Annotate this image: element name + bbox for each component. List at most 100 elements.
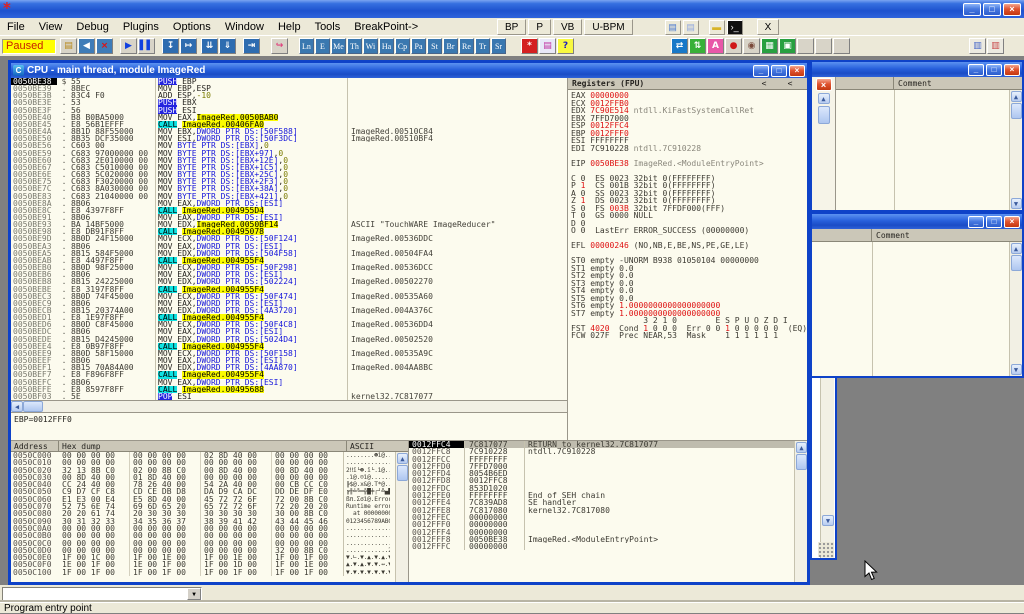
registers-pane[interactable]: Registers (FPU) < < EAX 00000000ECX 0012… xyxy=(567,78,807,440)
combobox-value[interactable] xyxy=(3,588,187,600)
disasm-row[interactable]: 0050BED6.8B0D C8F45000MOV ECX,DWORD PTR … xyxy=(11,321,567,328)
disabled-button-3[interactable] xyxy=(833,38,850,54)
references-button[interactable]: Re xyxy=(459,38,474,54)
disasm-row[interactable]: 0050BE93.BA 14BF5000MOV EDX,ImageRed.005… xyxy=(11,221,567,228)
breakpoints-button[interactable]: Br xyxy=(443,38,458,54)
registers-header-button-2[interactable]: < xyxy=(777,79,803,88)
register-line[interactable]: T 0 GS 0000 NULL xyxy=(571,212,807,220)
windows-button[interactable]: Wi xyxy=(363,38,378,54)
disassembly-pane[interactable]: 0050BE38$55PUSH EBP0050BE39.8BECMOV EBP,… xyxy=(11,78,567,400)
dump-row[interactable]: 0050C1001F 00 1F 001F 00 1F 001F 00 1F 0… xyxy=(11,569,408,576)
disasm-row[interactable]: 0050BEDC.8B06MOV EAX,DWORD PTR DS:[ESI] xyxy=(11,328,567,335)
minimize-button[interactable]: _ xyxy=(963,3,981,16)
side-window-top-vscrollbar[interactable]: ▲ ▼ xyxy=(1009,90,1022,210)
disasm-row[interactable]: 0050BEA5.8B15 584F5000MOV EDX,DWORD PTR … xyxy=(11,250,567,257)
side-window-middle-body[interactable]: ▲ ▼ xyxy=(812,242,1022,376)
command-combobox[interactable]: ▼ xyxy=(2,587,202,601)
side-window-middle[interactable]: _ □ × Comment ▲ ▼ xyxy=(810,212,1024,378)
menu-item-view[interactable]: View xyxy=(32,18,70,36)
menu-item-file[interactable]: File xyxy=(0,18,32,36)
scroll-down-icon[interactable]: ▼ xyxy=(822,515,834,526)
disasm-row[interactable]: 0050BE91.8B06MOV EAX,DWORD PTR DS:[ESI] xyxy=(11,214,567,221)
disasm-row[interactable]: 0050BEB6.8B06MOV EAX,DWORD PTR DS:[ESI] xyxy=(11,271,567,278)
side-window-middle-titlebar[interactable]: _ □ × xyxy=(812,214,1022,229)
disasm-row[interactable]: 0050BE7C.C683 8A030000 00MOV BYTE PTR DS… xyxy=(11,185,567,192)
patches-button[interactable]: Pa xyxy=(411,38,426,54)
close-button[interactable]: × xyxy=(816,78,832,91)
disasm-row[interactable]: 0050BE38$55PUSH EBP xyxy=(11,78,567,85)
disasm-row[interactable]: 0050BEC9.8B06MOV EAX,DWORD PTR DS:[ESI] xyxy=(11,300,567,307)
scroll-down-icon[interactable]: ▼ xyxy=(1011,364,1022,375)
disasm-row[interactable]: 0050BE98.E8 DB91F8FFCALL ImageRed.004950… xyxy=(11,228,567,235)
side-window-middle-vscrollbar[interactable]: ▲ ▼ xyxy=(1009,242,1022,376)
disasm-row[interactable]: 0050BEB0.8B0D 98F25000MOV ECX,DWORD PTR … xyxy=(11,264,567,271)
hscroll-thumb[interactable] xyxy=(23,401,43,412)
disassembly-hscrollbar[interactable]: ◀ xyxy=(11,400,567,412)
ubpm-button[interactable]: U-BPM xyxy=(584,19,632,35)
stack-vscrollbar[interactable]: ▲ xyxy=(794,441,807,582)
plugin-close-button[interactable]: X xyxy=(757,19,780,35)
disasm-row[interactable]: 0050BF03.5EPOP ESIkernel32.7C817077 xyxy=(11,393,567,400)
handles-button[interactable]: Ha xyxy=(379,38,394,54)
panes-layout-icon-2[interactable]: ▥ xyxy=(987,38,1004,54)
step-into-icon[interactable]: ↧ xyxy=(162,38,179,54)
step-over-icon[interactable]: ↦ xyxy=(180,38,197,54)
menu-item-plugins[interactable]: Plugins xyxy=(116,18,166,36)
appearance-icon[interactable]: ▤ xyxy=(539,38,556,54)
cpu-maximize-button[interactable]: □ xyxy=(771,65,787,77)
console-icon[interactable]: ›_ xyxy=(727,20,743,35)
disabled-button-2[interactable] xyxy=(815,38,832,54)
info-pane[interactable]: EBP=0012FFF0 xyxy=(11,412,567,440)
call-stack-button[interactable]: St xyxy=(427,38,442,54)
disasm-row[interactable]: 0050BEC3.8B0D 74F45000MOV ECX,DWORD PTR … xyxy=(11,293,567,300)
disasm-row[interactable]: 0050BE75.C683 F3020000 00MOV BYTE PTR DS… xyxy=(11,178,567,185)
scroll-up-icon[interactable]: ▲ xyxy=(397,453,408,464)
threads-button[interactable]: Th xyxy=(347,38,362,54)
dump-pane[interactable]: Address Hex dump ASCII 0050C00000 00 00 … xyxy=(11,441,408,582)
app-titlebar[interactable]: * _ □ × xyxy=(0,0,1024,18)
register-line[interactable]: FCW 027F Prec NEAR,53 Mask 1 1 1 1 1 1 xyxy=(571,332,807,340)
source-button[interactable]: Sr xyxy=(491,38,506,54)
close-program-icon[interactable]: × xyxy=(96,38,113,54)
disasm-row[interactable]: 0050BEB8.8B15 24225000MOV EDX,DWORD PTR … xyxy=(11,278,567,285)
disasm-row[interactable]: 0050BE4A.8B1D 88F55000MOV EBX,DWORD PTR … xyxy=(11,128,567,135)
p-button[interactable]: P xyxy=(528,19,551,35)
disasm-row[interactable]: 0050BEBE.E8 3197F8FFCALL ImageRed.004955… xyxy=(11,286,567,293)
dump-row[interactable]: 0050C0B000 00 00 0000 00 00 0000 00 00 0… xyxy=(11,532,408,539)
scroll-left-icon[interactable]: ◀ xyxy=(11,401,23,412)
go-to-icon[interactable]: ↪ xyxy=(271,38,288,54)
dump-row[interactable]: 0050C09030 31 32 3334 35 36 3738 39 41 4… xyxy=(11,518,408,525)
dump-row[interactable]: 0050C0D000 00 00 0000 00 00 0000 00 00 0… xyxy=(11,547,408,554)
scroll-up-icon[interactable]: ▲ xyxy=(818,93,830,104)
side-window-top[interactable]: _ □ × Comment ▲ ▼ × ▲ xyxy=(810,60,1024,212)
disasm-row[interactable]: 0050BE39.8BECMOV EBP,ESP xyxy=(11,85,567,92)
menu-item-breakpoint[interactable]: BreakPoint-> xyxy=(347,18,425,36)
panes-layout-icon-1[interactable]: ▥ xyxy=(969,38,986,54)
assembler-a-icon[interactable]: A xyxy=(707,38,724,54)
animate-over-icon[interactable]: ⇓ xyxy=(219,38,236,54)
dump-row[interactable]: 0050C07052 75 6E 7469 6D 65 2065 72 72 6… xyxy=(11,503,408,510)
disasm-row[interactable]: 0050BE40.B8 B0BA5000MOV EAX,ImageRed.005… xyxy=(11,114,567,121)
stack-pane[interactable]: 0012FFC47C817077RETURN to kernel32.7C817… xyxy=(408,441,807,582)
hotkeys-icon[interactable]: ▦ xyxy=(761,38,778,54)
notes-icon[interactable]: ▤ xyxy=(683,20,699,35)
log-button[interactable]: Ln xyxy=(299,38,314,54)
sync-arrows-icon[interactable]: ⇄ xyxy=(671,38,688,54)
disasm-row[interactable]: 0050BED1.E8 1E97F8FFCALL ImageRed.004955… xyxy=(11,314,567,321)
disasm-row[interactable]: 0050BE8C.E8 4397F8FFCALL ImageRed.004955… xyxy=(11,207,567,214)
stack-scroll-thumb[interactable] xyxy=(796,454,807,470)
disasm-row[interactable]: 0050BE6E.C683 5C020000 00MOV BYTE PTR DS… xyxy=(11,171,567,178)
stack-rows[interactable]: 0012FFC47C817077RETURN to kernel32.7C817… xyxy=(409,441,807,550)
register-line[interactable]: O 0 LastErr ERROR_SUCCESS (00000000) xyxy=(571,227,807,235)
side-window-top-body[interactable]: ▲ ▼ xyxy=(812,90,1022,210)
close-button[interactable]: × xyxy=(1004,216,1020,228)
close-button[interactable]: × xyxy=(1004,64,1020,76)
scroll-up-icon[interactable]: ▲ xyxy=(1011,91,1022,102)
disasm-row[interactable]: 0050BECB.8B15 20374A00MOV EDX,DWORD PTR … xyxy=(11,307,567,314)
dump-row[interactable]: 0050C0F01E 00 1F 001E 00 1F 001F 00 1D 0… xyxy=(11,561,408,568)
cpu-button[interactable]: Cp xyxy=(395,38,410,54)
disabled-button-1[interactable] xyxy=(797,38,814,54)
cpu-window[interactable]: C CPU - main thread, module ImageRed _ □… xyxy=(8,60,810,585)
stack-row[interactable]: 0012FFFC00000000 xyxy=(409,543,807,550)
disasm-row[interactable]: 0050BEFC.8B06MOV EAX,DWORD PTR DS:[ESI] xyxy=(11,379,567,386)
